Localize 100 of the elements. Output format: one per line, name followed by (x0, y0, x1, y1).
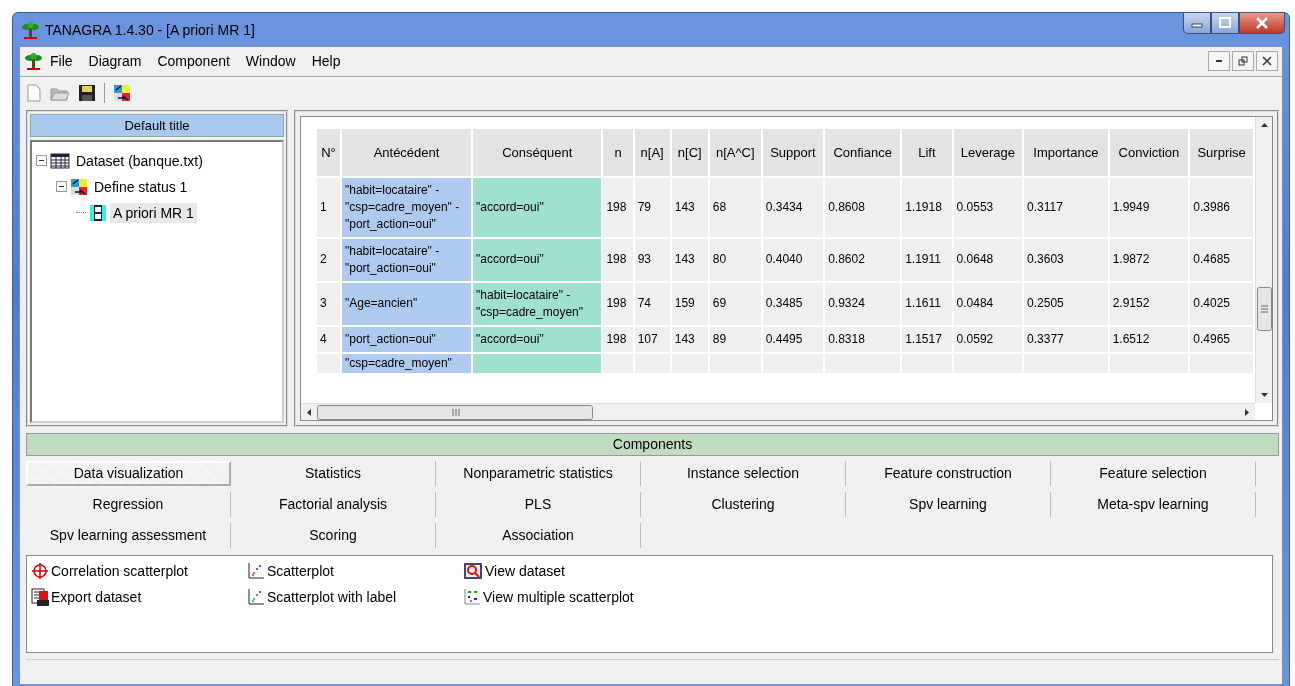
minimize-button[interactable] (1183, 13, 1211, 34)
column-header[interactable]: Leverage (953, 128, 1023, 176)
close-icon (1262, 56, 1272, 67)
scrollbar-thumb[interactable] (1257, 286, 1272, 331)
menu-item[interactable]: Component (149, 51, 238, 72)
minimize-button[interactable] (1208, 51, 1230, 72)
close-button[interactable] (1256, 51, 1278, 72)
column-header[interactable]: Conviction (1109, 128, 1189, 176)
minimize-icon (1215, 59, 1223, 64)
table-cell: 80 (709, 238, 761, 281)
table-cell: "habit=locataire" - "csp=cadre_moyen" (473, 282, 602, 325)
menu-item[interactable]: Window (237, 51, 304, 72)
column-header[interactable]: Support (762, 128, 824, 176)
tab[interactable]: Feature construction (846, 461, 1051, 486)
tab[interactable]: Spv learning (846, 492, 1051, 517)
table-cell: 0.2505 (1024, 282, 1108, 325)
table-cell: 0.3377 (1024, 326, 1108, 352)
magnifier-table-icon[interactable] (463, 562, 483, 580)
column-header[interactable]: Antécédent (341, 128, 472, 176)
column-header[interactable]: n[C] (671, 128, 708, 176)
export-icon[interactable] (31, 588, 49, 606)
table-cell: 89 (709, 326, 761, 352)
panel-header: Default title (30, 113, 284, 137)
tool-item[interactable]: View multiple scatterplot (483, 589, 634, 605)
scatter-plot-icon[interactable] (247, 562, 265, 580)
maximize-button[interactable] (1211, 13, 1239, 34)
table-cell: 0.4040 (762, 238, 824, 281)
collapse-icon[interactable] (56, 181, 67, 192)
tab[interactable]: Feature selection (1051, 461, 1256, 486)
tab[interactable]: Clustering (641, 492, 846, 517)
table-cell: 69 (709, 282, 761, 325)
table-cell: 79 (634, 177, 670, 237)
column-header[interactable]: Importance (1024, 128, 1108, 176)
table-cell: 93 (634, 238, 670, 281)
tree-item[interactable]: A priori MR 1 (110, 202, 197, 223)
arrows-grid-icon[interactable] (70, 177, 88, 196)
scatter-plot-icon[interactable] (247, 588, 265, 606)
collapse-icon[interactable] (36, 155, 47, 166)
tree-item[interactable]: Define status 1 (91, 176, 191, 197)
table-cell: "port_action=oui" (341, 326, 472, 352)
tool-item[interactable]: Scatterplot (267, 563, 334, 579)
table-cell: 0.4025 (1190, 282, 1253, 325)
table-cell: 198 (603, 326, 633, 352)
table-cell: 0.3603 (1024, 238, 1108, 281)
table-cell: 1 (317, 177, 340, 237)
column-header[interactable]: Surprise (1190, 128, 1253, 176)
palm-tree-icon (24, 52, 42, 71)
scrollbar-thumb[interactable] (317, 405, 593, 420)
palm-tree-icon (21, 20, 39, 39)
table-cell: 0.3485 (762, 282, 824, 325)
menu-item[interactable]: Diagram (80, 51, 150, 72)
tab[interactable]: Scoring (231, 523, 436, 548)
tab[interactable]: PLS (436, 492, 641, 517)
table-cell: 1.9872 (1109, 238, 1189, 281)
maximize-icon (1219, 17, 1231, 29)
crosshair-icon[interactable] (31, 562, 49, 580)
column-header[interactable]: Confiance (825, 128, 901, 176)
table-cell: 198 (603, 238, 633, 281)
table-cell: 0.8608 (825, 177, 901, 237)
table-cell: 1.6512 (1109, 326, 1189, 352)
table-cell: 107 (634, 326, 670, 352)
column-header[interactable]: N° (317, 128, 340, 176)
table-cell: 1.1918 (902, 177, 952, 237)
window-title: TANAGRA 1.4.30 - [A priori MR 1] (45, 21, 256, 38)
table-cell: 0.0553 (953, 177, 1023, 237)
table-cell: "accord=oui" (473, 326, 602, 352)
tab[interactable]: Association (436, 523, 641, 548)
table-cell: 0.0484 (953, 282, 1023, 325)
close-button[interactable] (1239, 13, 1285, 34)
column-header[interactable]: Lift (902, 128, 952, 176)
table-cell: "accord=oui" (473, 177, 602, 237)
column-header[interactable]: n[A^C] (709, 128, 761, 176)
column-header[interactable]: n (603, 128, 633, 176)
tab[interactable]: Statistics (231, 461, 436, 486)
column-header[interactable]: Conséquent (473, 128, 602, 176)
menu-item[interactable]: File (42, 51, 81, 72)
tool-item[interactable]: Scatterplot with label (267, 589, 397, 605)
tab[interactable]: Nonparametric statistics (436, 461, 641, 486)
menu-item[interactable]: Help (303, 51, 349, 72)
table-cell: 0.0648 (953, 238, 1023, 281)
tool-item[interactable]: Correlation scatterplot (51, 563, 188, 579)
tab[interactable]: Data visualization (26, 461, 231, 486)
column-header[interactable]: n[A] (634, 128, 670, 176)
table-cell: 0.3986 (1190, 177, 1253, 237)
multi-scatter-icon[interactable] (463, 588, 481, 606)
tab[interactable]: Factorial analysis (231, 492, 436, 517)
tool-item[interactable]: View dataset (485, 563, 565, 579)
table-cell: 0.8318 (825, 326, 901, 352)
tab[interactable]: Regression (26, 492, 231, 517)
tab[interactable]: Meta-spv learning (1051, 492, 1256, 517)
restore-button[interactable] (1232, 51, 1254, 72)
tab[interactable]: Spv learning assessment (26, 523, 231, 548)
table-cell: 3 (317, 282, 340, 325)
tree-item[interactable]: Dataset (banque.txt) (73, 150, 206, 171)
arrows-grid-icon[interactable] (113, 84, 131, 103)
table-cell: 0.4495 (762, 326, 824, 352)
tab[interactable]: Instance selection (641, 461, 846, 486)
restore-icon (1238, 56, 1248, 67)
tool-item[interactable]: Export dataset (51, 589, 142, 605)
table-cell: 0.8602 (825, 238, 901, 281)
